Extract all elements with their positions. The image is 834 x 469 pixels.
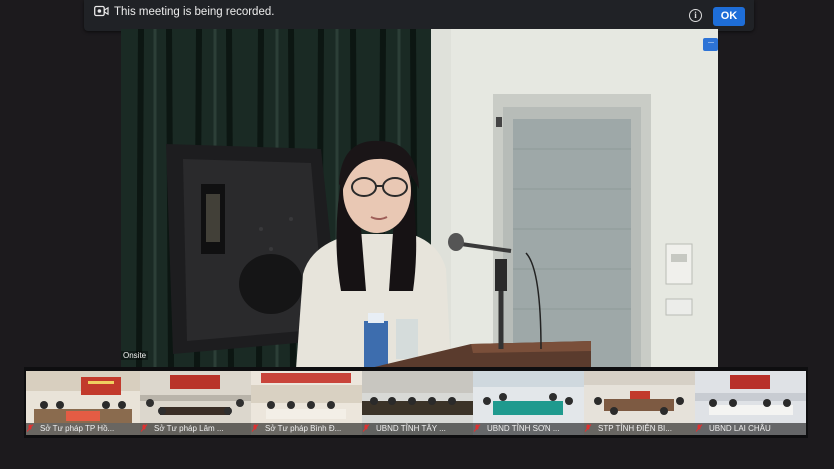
- muted-mic-icon: [584, 424, 592, 432]
- participant-name-label: Onsite: [121, 351, 149, 360]
- participant-name: UBND LAI CHÂU: [695, 423, 806, 435]
- participant-name: UBND TỈNH TÂY ...: [362, 423, 473, 435]
- muted-mic-icon: [695, 424, 703, 432]
- speaker-video-image: [121, 29, 718, 369]
- participant-name: STP TỈNH ĐIỆN BI...: [584, 423, 695, 435]
- muted-mic-icon: [26, 424, 34, 432]
- participant-thumbnail[interactable]: UBND TỈNH TÂY ...: [362, 371, 473, 435]
- more-options-button[interactable]: ···: [703, 38, 718, 51]
- participant-thumbnail[interactable]: UBND TỈNH SƠN ...: [473, 371, 584, 435]
- muted-mic-icon: [362, 424, 370, 432]
- participant-name: UBND TỈNH SƠN ...: [473, 423, 584, 435]
- main-video-feed[interactable]: [121, 29, 718, 369]
- participant-thumbnail[interactable]: UBND LAI CHÂU: [695, 371, 806, 435]
- muted-mic-icon: [473, 424, 481, 432]
- info-icon[interactable]: i: [689, 9, 702, 22]
- participant-thumbnail[interactable]: Sở Tư pháp Bình Đ...: [251, 371, 362, 435]
- participant-name: Sở Tư pháp Bình Đ...: [251, 423, 362, 435]
- participant-name: Sở Tư pháp TP Hồ...: [26, 423, 140, 435]
- recording-banner: This meeting is being recorded. i OK: [84, 0, 754, 31]
- record-icon: [94, 5, 109, 17]
- recording-message: This meeting is being recorded.: [114, 6, 275, 18]
- participant-thumbnail[interactable]: Sở Tư pháp Lâm ...: [140, 371, 251, 435]
- muted-mic-icon: [251, 424, 259, 432]
- participant-thumbnail[interactable]: Sở Tư pháp TP Hồ...: [26, 371, 140, 435]
- muted-mic-icon: [140, 424, 148, 432]
- ok-button[interactable]: OK: [713, 7, 745, 26]
- participant-thumbnail[interactable]: STP TỈNH ĐIỆN BI...: [584, 371, 695, 435]
- participant-name: Sở Tư pháp Lâm ...: [140, 423, 251, 435]
